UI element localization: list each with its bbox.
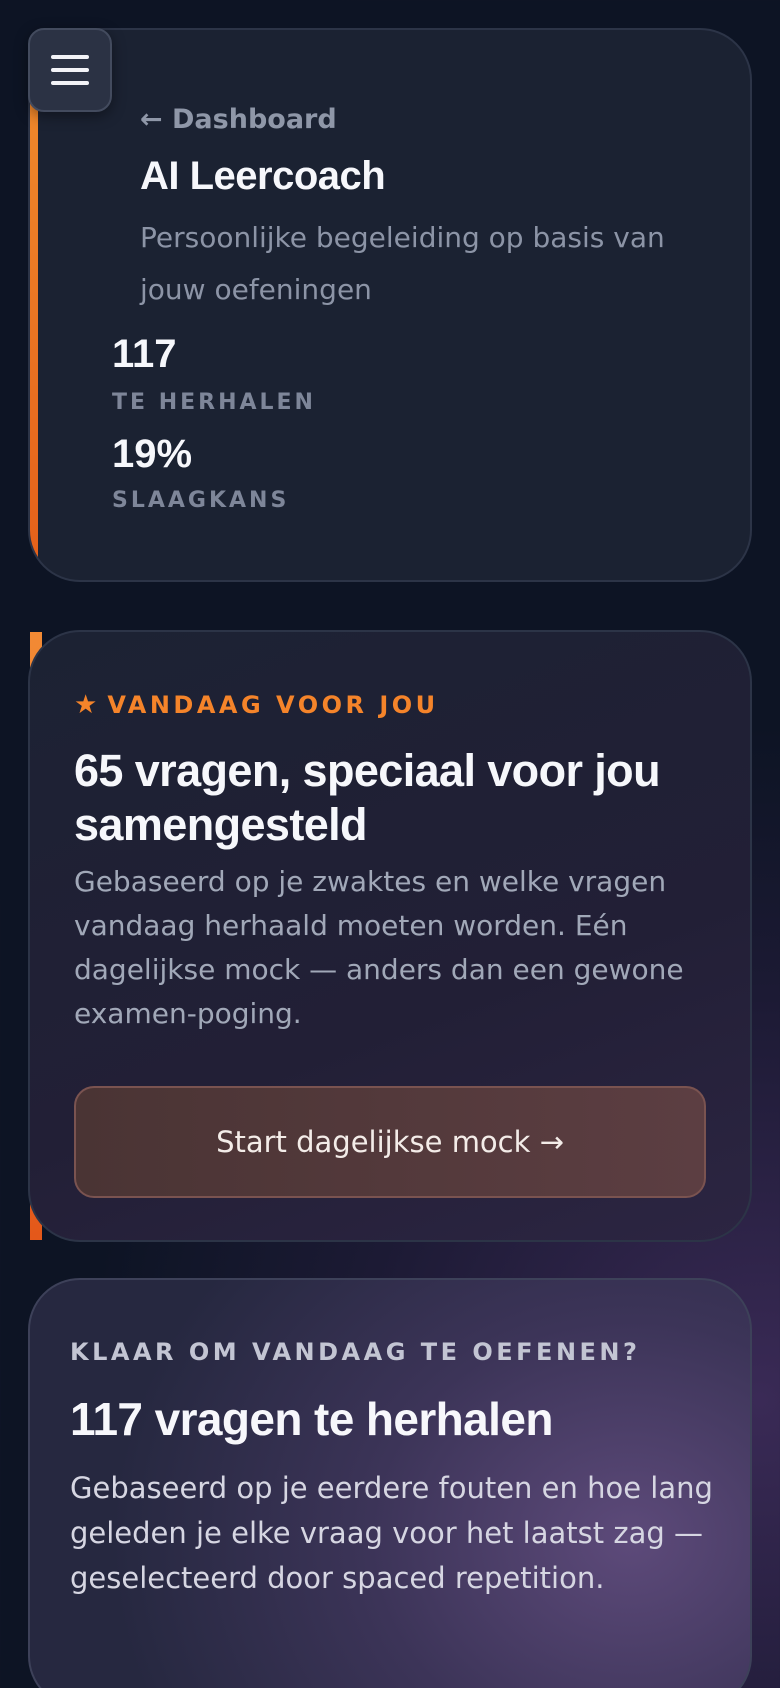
back-to-dashboard-link[interactable]: ← Dashboard [140,104,337,135]
stat-review-label: TE HERHALEN [112,390,316,415]
header-accent-bar [30,75,38,565]
stat-review-count: 117 [112,332,177,376]
review-title: 117 vragen te herhalen [70,1393,553,1445]
coach-header-card: ← Dashboard AI Leercoach Persoonlijke be… [28,28,752,582]
star-icon: ★ [74,690,98,720]
stat-pass-chance: 19% [112,432,193,476]
stat-pass-label: SLAAGKANS [112,488,290,513]
today-label-text: VANDAAG VOOR JOU [107,691,439,719]
today-description: Gebaseerd op je zwaktes en welke vragen … [74,865,684,1030]
page-subtitle: Persoonlijke begeleiding op basis van jo… [140,221,665,306]
start-daily-mock-button[interactable]: Start dagelijkse mock → [74,1086,706,1198]
review-description: Gebaseerd op je eerdere fouten en hoe la… [70,1471,713,1595]
hamburger-menu-icon[interactable] [28,28,112,112]
review-card: KLAAR OM VANDAAG TE OEFENEN? 117 vragen … [28,1278,752,1688]
today-title: 65 vragen, speciaal voor jou samengestel… [74,745,661,850]
today-card: ★ VANDAAG VOOR JOU 65 vragen, speciaal v… [28,630,752,1242]
page-title: AI Leercoach [140,154,386,198]
review-label: KLAAR OM VANDAAG TE OEFENEN? [70,1338,641,1366]
today-label: ★ VANDAAG VOOR JOU [74,690,439,720]
